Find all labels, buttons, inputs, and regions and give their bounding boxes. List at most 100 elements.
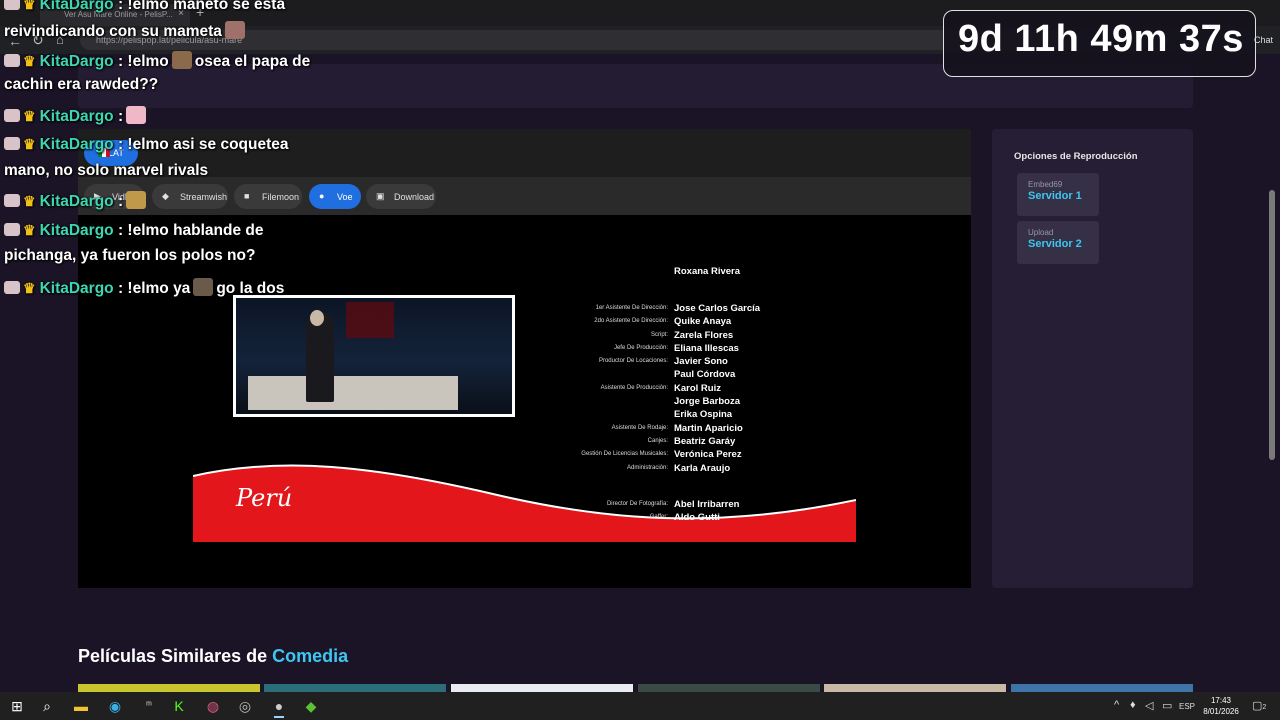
chat-text: : !elmo maneto se esta <box>117 0 286 13</box>
chat-text: reivindicando con su mameta <box>4 23 222 40</box>
credit-name: Aldo Gutti <box>674 512 720 523</box>
credit-role: Gaffer: <box>649 514 668 520</box>
crown-badge-icon: ♛ <box>23 280 36 296</box>
countdown-timer: 9d 11h 49m 37s <box>958 18 1244 60</box>
chat-text: : !elmo asi se coquetea <box>117 136 289 153</box>
network-icon[interactable]: ▭ <box>1162 699 1172 712</box>
server-tab-voe[interactable]: ● Voe <box>309 184 361 209</box>
credit-role: 2do Asistente De Dirección: <box>594 318 668 324</box>
chat-username: KitaDargo <box>39 136 114 153</box>
movie-thumbnail[interactable] <box>264 684 446 692</box>
credit-role: Gestión De Licencias Musicales: <box>581 451 668 457</box>
edge-icon[interactable]: ◉ <box>106 697 124 715</box>
kick-icon[interactable]: K <box>170 697 188 715</box>
robot-badge-icon <box>4 281 20 294</box>
credit-name: Paul Córdova <box>674 369 736 380</box>
server-tab-streamwish[interactable]: ◆ Streamwish <box>152 184 228 209</box>
chat-text: go la dos <box>216 280 285 297</box>
server-label: Servidor 2 <box>1028 238 1082 250</box>
file-explorer-icon[interactable]: ▬ <box>72 697 90 715</box>
emote-icon <box>171 51 192 69</box>
robot-badge-icon <box>4 223 20 236</box>
credit-name: Zarela Flores <box>674 330 734 341</box>
credit-name: Jose Carlos García <box>674 303 761 314</box>
chat-username: KitaDargo <box>39 53 114 70</box>
chat-message: pichanga, ya fueron los polos no? <box>4 247 255 265</box>
credit-name: Karol Ruiz <box>674 383 721 394</box>
chat-text: : <box>117 193 124 210</box>
chat-text: mano, no solo marvel rivals <box>4 162 209 179</box>
performer-head <box>310 310 324 326</box>
browser-icon[interactable]: ◍ <box>204 697 222 715</box>
credit-role: Productor De Locaciones: <box>598 358 668 364</box>
similar-genre-link[interactable]: Comedia <box>272 646 348 666</box>
server-tab-filemoon[interactable]: ■ Filemoon <box>234 184 302 209</box>
stage-light <box>346 302 394 338</box>
stage-platform <box>248 376 458 410</box>
volume-icon[interactable]: ◁ <box>1145 699 1153 712</box>
credit-name: Abel Irribarren <box>674 499 740 510</box>
credit-name: Eliana Illescas <box>674 343 739 354</box>
chat-username: KitaDargo <box>39 108 114 125</box>
credit-name: Jorge Barboza <box>674 396 740 407</box>
chat-text: : !elmo ya <box>117 280 191 297</box>
app-icon-2[interactable]: ◎ <box>236 697 254 715</box>
chat-text: : <box>117 108 124 125</box>
robot-badge-icon <box>4 0 20 10</box>
credit-role: Script: <box>650 332 668 338</box>
peru-logo: Perú <box>236 484 293 512</box>
playback-options-title: Opciones de Reproducción <box>1014 151 1138 162</box>
credit-name: Beatriz Garáy <box>674 436 736 447</box>
emote-icon <box>224 21 245 39</box>
credit-name: Quike Anaya <box>674 316 732 327</box>
credit-role: Asistente De Producción: <box>600 385 668 391</box>
search-icon[interactable]: ⌕ <box>38 697 56 715</box>
server-tab-label: Filemoon <box>262 192 300 202</box>
performer-figure <box>306 312 334 402</box>
robot-badge-icon <box>4 194 20 207</box>
minecraft-icon[interactable]: ◆ <box>302 697 320 715</box>
chat-label[interactable]: Chat <box>1254 35 1273 45</box>
credit-name: Javier Sono <box>674 356 728 367</box>
clock-time: 17:43 <box>1210 696 1232 705</box>
server-option-1[interactable]: Embed69 Servidor 1 <box>1017 173 1099 216</box>
crown-badge-icon: ♛ <box>23 222 36 238</box>
movie-thumbnail[interactable] <box>78 684 260 692</box>
server-label: Servidor 1 <box>1028 190 1082 202</box>
chat-text: cachin era rawded?? <box>4 76 159 93</box>
robot-badge-icon <box>4 54 20 67</box>
chat-message: ♛ KitaDargo : <box>4 191 149 211</box>
system-clock[interactable]: 17:43 8/01/2026 <box>1200 695 1242 717</box>
chat-message: ♛ KitaDargo : !elmo ya go la dos <box>4 278 284 298</box>
chat-message: mano, no solo marvel rivals <box>4 162 208 180</box>
windows-start-icon[interactable]: ⊞ <box>8 697 26 715</box>
movie-thumbnail[interactable] <box>824 684 1006 692</box>
emote-icon <box>126 191 147 209</box>
server-tab-label: Download <box>394 192 435 202</box>
chat-username: KitaDargo <box>39 222 114 239</box>
notifications-icon[interactable]: ▢2 <box>1252 699 1266 712</box>
language-indicator[interactable]: ESP <box>1179 702 1195 711</box>
credit-name: Verónica Perez <box>674 449 742 460</box>
obs-icon[interactable]: ● <box>270 697 288 715</box>
app-icon[interactable]: ᵐ <box>140 697 158 715</box>
tray-chevron-icon[interactable]: ^ <box>1114 699 1119 711</box>
chat-message: ♛ KitaDargo : !elmo maneto se esta <box>4 0 285 14</box>
page-scrollbar[interactable] <box>1269 190 1275 460</box>
credit-name: Martin Aparicio <box>674 423 743 434</box>
credit-role: Canjes: <box>647 438 668 444</box>
server-tab-download[interactable]: ▣ Download <box>366 184 436 209</box>
microphone-icon[interactable]: ♦ <box>1130 699 1136 711</box>
movie-thumbnail[interactable] <box>1011 684 1193 692</box>
server-provider: Embed69 <box>1028 180 1063 189</box>
movie-thumbnail[interactable] <box>638 684 820 692</box>
video-inset <box>233 295 515 417</box>
moon-icon: ■ <box>244 191 250 201</box>
server-tab-label: Streamwish <box>180 192 228 202</box>
movie-thumbnail[interactable] <box>451 684 633 692</box>
chat-username: KitaDargo <box>39 193 114 210</box>
stream-icon: ◆ <box>162 191 169 201</box>
chat-message: ♛ KitaDargo : !elmo hablande de <box>4 222 264 240</box>
active-app-indicator <box>274 716 284 718</box>
server-option-2[interactable]: Upload Servidor 2 <box>1017 221 1099 264</box>
